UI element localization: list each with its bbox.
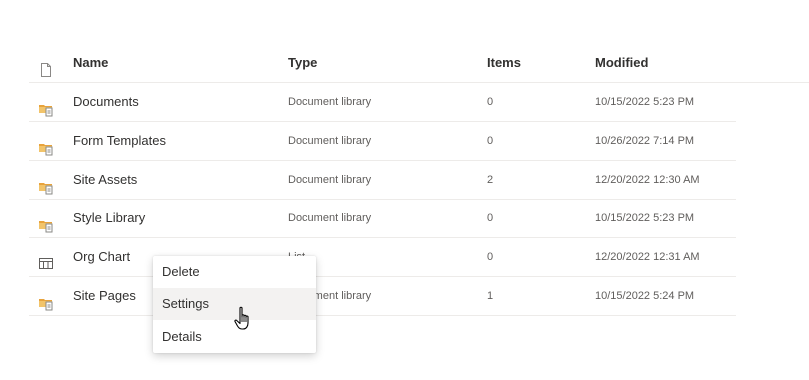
- row-type: Document library: [288, 96, 372, 108]
- row-name-link[interactable]: Org Chart: [73, 238, 130, 276]
- row-name-link[interactable]: Form Templates: [73, 122, 166, 160]
- row-modified: 12/20/2022 12:30 AM: [595, 174, 700, 186]
- library-icon: [38, 288, 54, 311]
- row-items: 0: [487, 135, 494, 147]
- site-contents-list: Name Type Items Modified Documents Docum…: [0, 0, 809, 380]
- document-icon: [38, 55, 54, 77]
- library-icon: [38, 172, 54, 195]
- row-items: 1: [487, 290, 494, 302]
- row-name-link[interactable]: Documents: [73, 83, 139, 121]
- modified-column-header[interactable]: Modified: [595, 44, 648, 82]
- row-type: Document library: [288, 135, 372, 147]
- library-icon: [38, 210, 54, 233]
- row-type: Document library: [288, 212, 372, 224]
- table-row[interactable]: Site Pages Document library 1 10/15/2022…: [29, 277, 736, 316]
- type-column-header-label[interactable]: Type: [288, 44, 317, 82]
- row-modified: 12/20/2022 12:31 AM: [595, 251, 700, 263]
- delete-menu-item[interactable]: Delete: [153, 256, 316, 288]
- table-row[interactable]: Org Chart List 0 12/20/2022 12:31 AM: [29, 238, 736, 277]
- list-header: Name Type Items Modified: [29, 44, 809, 83]
- type-column-header[interactable]: [38, 44, 54, 82]
- row-modified: 10/15/2022 5:24 PM: [595, 290, 695, 302]
- row-type: Document library: [288, 174, 372, 186]
- items-column-header[interactable]: Items: [487, 44, 521, 82]
- library-icon: [38, 94, 54, 117]
- name-column-header[interactable]: Name: [73, 44, 108, 82]
- row-name-link[interactable]: Style Library: [73, 199, 145, 237]
- row-modified: 10/15/2022 5:23 PM: [595, 212, 695, 224]
- row-items: 0: [487, 96, 494, 108]
- table-row[interactable]: Style Library Document library 0 10/15/2…: [29, 199, 736, 238]
- table-row[interactable]: Form Templates Document library 0 10/26/…: [29, 122, 736, 161]
- row-modified: 10/26/2022 7:14 PM: [595, 135, 695, 147]
- row-items: 0: [487, 212, 494, 224]
- table-row[interactable]: Site Assets Document library 2 12/20/202…: [29, 161, 736, 200]
- row-modified: 10/15/2022 5:23 PM: [595, 96, 695, 108]
- hand-cursor-icon: [233, 306, 255, 332]
- row-name-link[interactable]: Site Pages: [73, 277, 136, 315]
- table-row[interactable]: Documents Document library 0 10/15/2022 …: [29, 83, 736, 122]
- row-items: 2: [487, 174, 494, 186]
- library-icon: [38, 133, 54, 156]
- row-name-link[interactable]: Site Assets: [73, 161, 137, 199]
- context-menu: Delete Settings Details: [153, 256, 316, 353]
- list-icon: [38, 249, 54, 269]
- row-items: 0: [487, 251, 494, 263]
